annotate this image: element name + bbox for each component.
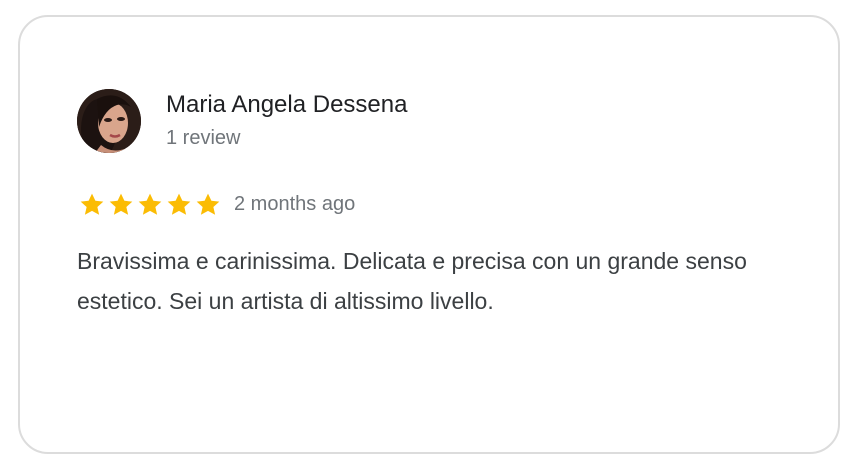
star-icon	[109, 193, 133, 215]
author-name[interactable]: Maria Angela Dessena	[166, 91, 407, 119]
review-card: Maria Angela Dessena 1 review 2 months a…	[18, 15, 840, 454]
author-review-count[interactable]: 1 review	[166, 127, 240, 150]
star-icon	[80, 193, 104, 215]
star-icon	[196, 193, 220, 215]
star-rating	[78, 191, 222, 219]
star-icon	[138, 193, 162, 215]
review-timestamp: 2 months ago	[234, 193, 356, 215]
star-icon	[167, 193, 191, 215]
author-avatar[interactable]	[77, 89, 141, 153]
review-text: Bravissima e carinissima. Delicata e pre…	[77, 248, 747, 314]
